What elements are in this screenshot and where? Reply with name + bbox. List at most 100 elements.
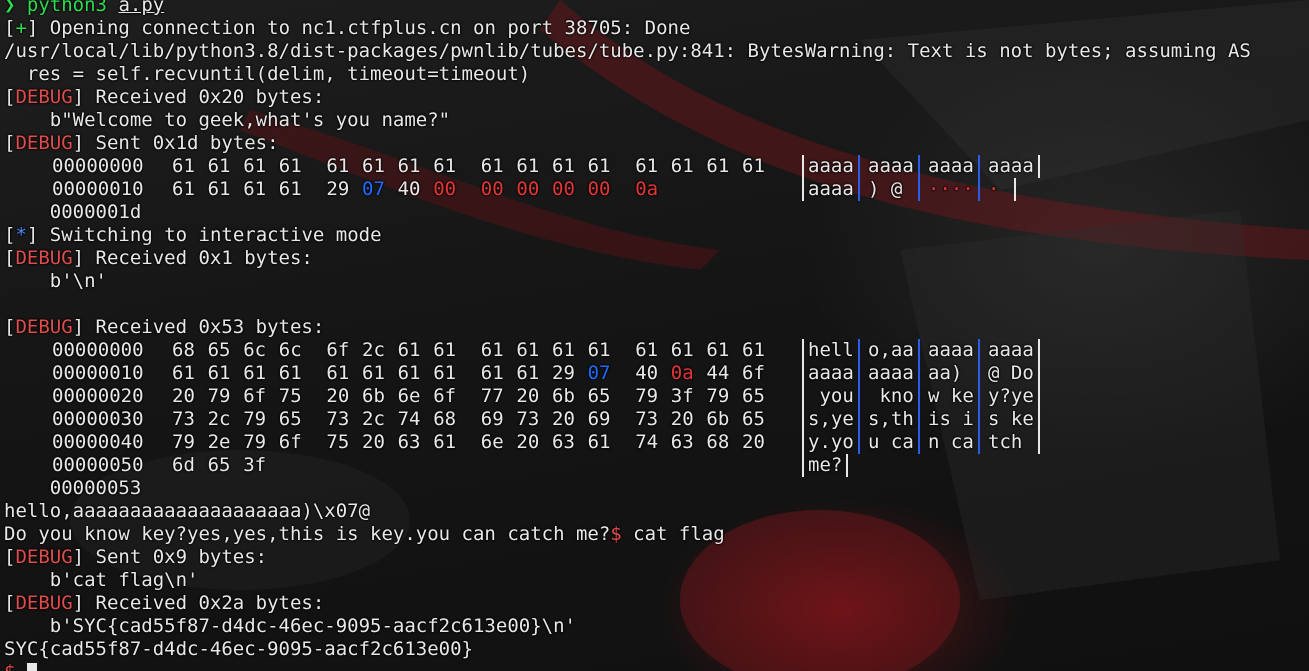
command-name: python3 [26, 0, 107, 16]
hex-byte: 73 [326, 408, 350, 430]
hex-byte: 6f [742, 362, 765, 384]
ascii-separator [917, 385, 920, 408]
hex-byte: 79 [243, 408, 267, 430]
interactive-text: Switching to interactive mode [38, 224, 382, 246]
hex-byte: 29 [326, 178, 350, 200]
ascii-separator [802, 408, 804, 431]
hex-byte: 61 [172, 178, 195, 200]
offset-line: 0000001d [4, 201, 142, 224]
hex-byte: 65 [278, 408, 302, 430]
debug-tag: DEBUG [15, 247, 73, 269]
warning-source-line: res = self.recvuntil(delim, timeout=time… [4, 63, 530, 86]
ascii-separator [802, 385, 804, 408]
hex-byte: 63 [670, 431, 694, 453]
hex-byte: 6c [243, 339, 267, 361]
hex-byte: 3f [670, 385, 694, 407]
ascii-group: s,ye [808, 408, 854, 430]
ascii-group: aaaa [808, 155, 854, 177]
ascii-separator [977, 155, 980, 178]
hex-byte: 6b [706, 408, 730, 430]
shell-command[interactable]: cat flag [622, 523, 725, 545]
ascii-separator [1037, 362, 1040, 385]
hex-byte: 61 [326, 362, 350, 384]
debug-received-line: [DEBUG] Received 0x53 bytes: [4, 316, 325, 338]
ascii-group: aaaa [988, 339, 1034, 361]
hex-byte: 61 [243, 178, 267, 200]
hex-byte: 20 [326, 385, 350, 407]
hex-byte: 61 [433, 431, 457, 453]
ascii-separator [917, 431, 920, 454]
hex-byte: 61 [362, 362, 385, 384]
hex-byte: 00 [516, 178, 540, 200]
hex-byte: 61 [516, 155, 540, 177]
hex-byte: 6f [278, 431, 302, 453]
debug-tag: DEBUG [15, 316, 73, 338]
hex-byte: 61 [172, 155, 195, 177]
hex-byte: 61 [207, 178, 231, 200]
hex-byte: 65 [207, 339, 231, 361]
ascii-group: n ca [928, 431, 974, 453]
hex-byte: 44 [706, 362, 730, 384]
ascii-separator [917, 155, 920, 178]
ascii-group: o,aa [868, 339, 914, 361]
hex-byte: 2e [207, 431, 231, 453]
hex-byte: 6b [552, 385, 575, 407]
warning-text: /usr/local/lib/python3.8/dist-packages/p… [4, 40, 1251, 62]
sent-end-offset: 0000001d [4, 201, 142, 223]
command-line: ❯ python3 a.py [4, 0, 164, 17]
shell-prompt: $ [610, 523, 622, 545]
ascii-separator [857, 155, 860, 178]
hex-byte: 61 [742, 339, 765, 361]
hex-byte: 61 [516, 339, 540, 361]
hex-byte: 61 [587, 339, 611, 361]
debug-tag: DEBUG [15, 132, 73, 154]
ascii-group: aaaa [928, 339, 974, 361]
status-star: * [15, 224, 27, 246]
ascii-separator [857, 385, 860, 408]
hex-byte: 3f [243, 454, 267, 476]
hex-byte: 61 [516, 362, 540, 384]
ascii-separator [845, 454, 848, 477]
hex-byte: 68 [172, 339, 195, 361]
hex-byte: 6f [326, 339, 350, 361]
hex-byte: 00 [587, 178, 611, 200]
hex-byte: 65 [587, 385, 611, 407]
hex-byte: 73 [172, 408, 195, 430]
hex-byte: 20 [516, 385, 540, 407]
hex-byte: 61 [587, 431, 611, 453]
ascii-group: aaaa [868, 362, 914, 384]
hex-byte: 40 [635, 362, 659, 384]
hex-offset: 00000010 [52, 362, 144, 384]
hex-byte: 63 [397, 431, 421, 453]
hexdump-recv-row: 00000020 20 79 6f 75 20 6b 6e 6f 77 20 6b 65 79 3f 79 65… [0, 385, 1300, 408]
sent-text: ] Sent 0x9 bytes: [72, 546, 268, 568]
ascii-group: aa) [928, 362, 974, 384]
ascii-group: · [988, 178, 1011, 200]
question-output: Do you know key?yes,yes,this is key.you … [4, 523, 611, 545]
hex-byte: 29 [552, 362, 575, 384]
hex-offset: 00000040 [52, 431, 144, 453]
ascii-group: u ca [868, 431, 914, 453]
hex-byte: 07 [587, 362, 611, 384]
hex-byte: 0a [635, 178, 659, 200]
hex-byte: 00 [480, 178, 504, 200]
interactive-line: [*] Switching to interactive mode [4, 224, 382, 246]
hex-byte: 6b [362, 385, 385, 407]
debug-received-line: [DEBUG] Received 0x2a bytes: [4, 592, 325, 614]
ascii-group: w ke [928, 385, 974, 407]
ascii-group: kno [868, 385, 914, 407]
ascii-separator [1013, 178, 1016, 201]
ascii-separator [802, 155, 804, 178]
terminal-window[interactable]: ❯ python3 a.py [+] Opening connection to … [0, 0, 1309, 671]
hexdump-recv-row: 00000040 79 2e 79 6f 75 20 63 61 6e 20 63 61 74 63 68 20… [0, 431, 1300, 454]
ascii-separator [917, 178, 920, 201]
debug-tag: DEBUG [15, 546, 73, 568]
hex-byte: 61 [362, 155, 385, 177]
hex-byte: 74 [397, 408, 421, 430]
hex-byte: 61 [587, 155, 611, 177]
cursor[interactable] [26, 663, 37, 671]
hex-byte: 6d [172, 454, 195, 476]
hex-byte: 63 [552, 431, 575, 453]
hex-byte: 61 [207, 362, 231, 384]
welcome-bytes: b"Welcome to geek,what's you name?" [4, 109, 451, 131]
